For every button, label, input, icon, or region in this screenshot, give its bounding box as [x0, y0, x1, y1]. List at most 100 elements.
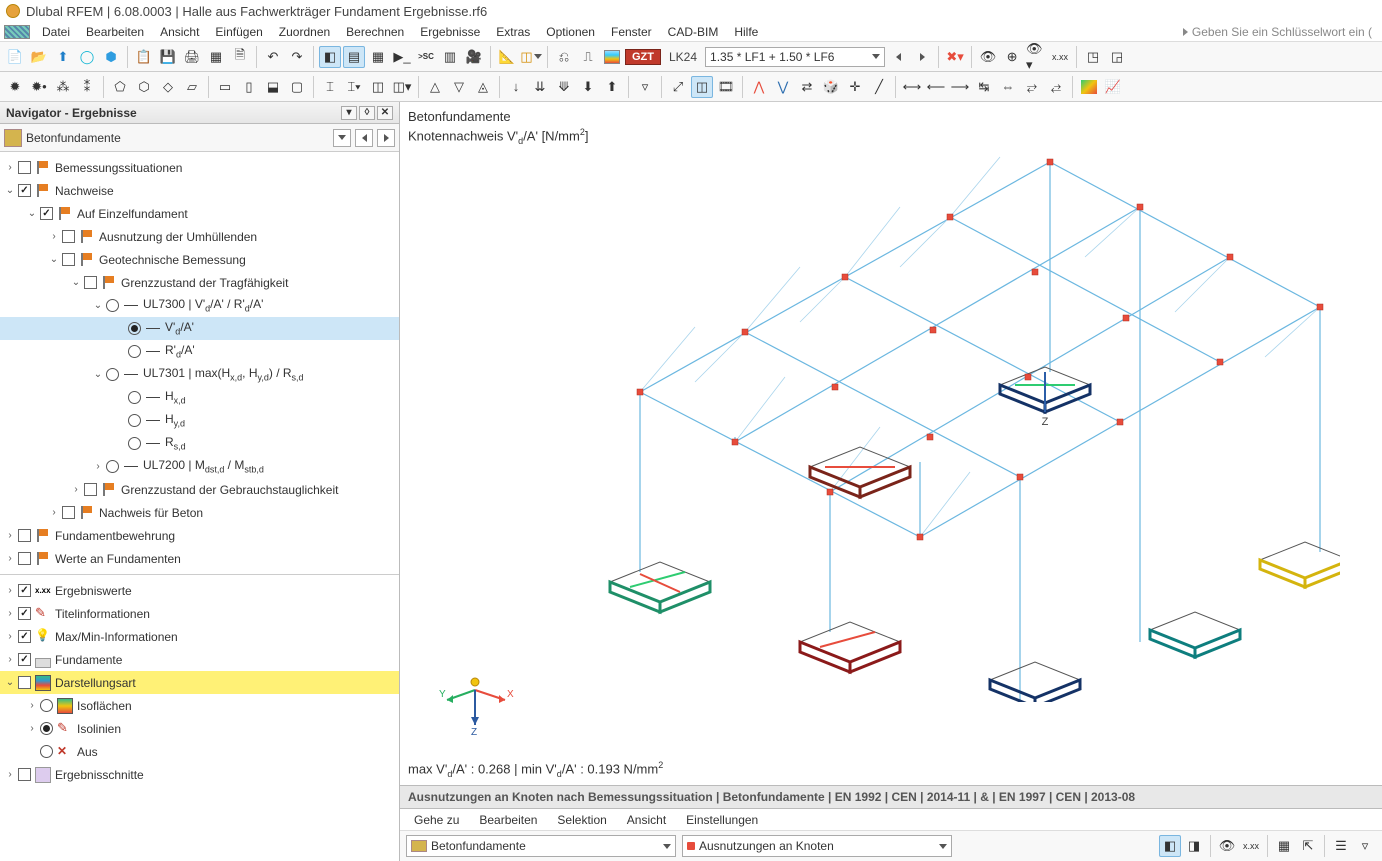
load4-icon[interactable]: ⬇ — [577, 76, 599, 98]
tree-ausnutzung-umh[interactable]: › Ausnutzung der Umhüllenden — [0, 225, 399, 248]
filter-red-icon[interactable]: ✖▾ — [944, 46, 966, 68]
panel-left-icon[interactable]: ◧ — [319, 46, 341, 68]
graph-flip-icon[interactable]: ⇄ — [796, 76, 818, 98]
undo-icon[interactable]: ↶ — [262, 46, 284, 68]
keyword-hint[interactable]: Geben Sie ein Schlüsselwort ein ( — [1183, 25, 1378, 39]
res-eye-icon[interactable]: 👁 — [1216, 835, 1238, 857]
edge-icon[interactable]: ╱ — [868, 76, 890, 98]
console-icon[interactable]: ▶_ — [391, 46, 413, 68]
prev-icon[interactable] — [887, 46, 909, 68]
menu-einfuegen[interactable]: Einfügen — [207, 23, 270, 41]
poly3-icon[interactable]: ◇ — [157, 76, 179, 98]
tree-maxmin[interactable]: › Max/Min-Informationen — [0, 625, 399, 648]
box1-icon[interactable]: ▭ — [214, 76, 236, 98]
webcam-icon[interactable]: 🎥 — [463, 46, 485, 68]
box2-icon[interactable]: ▯ — [238, 76, 260, 98]
n3-icon[interactable]: ⁂ — [52, 76, 74, 98]
res-filter-icon[interactable]: ▿ — [1354, 835, 1376, 857]
pin2-icon[interactable]: ◊ — [359, 106, 375, 120]
cube-dice-icon[interactable]: 🎲 — [820, 76, 842, 98]
script-sc-icon[interactable]: >SC — [415, 46, 437, 68]
cube1-icon[interactable]: ◳ — [1082, 46, 1104, 68]
h5-icon[interactable]: ⇔ — [997, 76, 1019, 98]
sec1-icon[interactable]: ⌶ — [319, 76, 341, 98]
res-xxx-icon[interactable]: x.xx — [1240, 835, 1262, 857]
view-iso-icon[interactable]: ◫ — [691, 76, 713, 98]
load3-icon[interactable]: ⟱ — [553, 76, 575, 98]
load5-icon[interactable]: ⬆ — [601, 76, 623, 98]
res-gehzu[interactable]: Gehe zu — [404, 811, 469, 829]
results-combo1[interactable]: Betonfundamente — [406, 835, 676, 857]
tree-ul7200[interactable]: › UL7200 | Mdst,d / Mstb,d — [0, 455, 399, 478]
tree-hyd[interactable]: Hy,d — [0, 409, 399, 432]
menu-hilfe[interactable]: Hilfe — [726, 23, 766, 41]
n4-icon[interactable]: ⁑ — [76, 76, 98, 98]
sup2-icon[interactable]: ▽ — [448, 76, 470, 98]
print-icon[interactable]: 🖨 — [181, 46, 203, 68]
res-export-icon[interactable]: ⇱ — [1297, 835, 1319, 857]
poly2-icon[interactable]: ⬡ — [133, 76, 155, 98]
cloud-up-icon[interactable]: ⬆ — [52, 46, 74, 68]
colorbar-icon[interactable] — [601, 46, 623, 68]
tree-gzg[interactable]: › Grenzzustand der Gebrauchstauglichkeit — [0, 478, 399, 501]
grad-icon[interactable] — [1078, 76, 1100, 98]
chart-icon[interactable]: 📈 — [1102, 76, 1124, 98]
filter-icon[interactable]: ▿ — [634, 76, 656, 98]
sup3-icon[interactable]: ◬ — [472, 76, 494, 98]
redo-icon[interactable]: ↷ — [286, 46, 308, 68]
view-ext-icon[interactable]: ⤢ — [667, 76, 689, 98]
res-panel-icon[interactable]: ◧ — [1159, 835, 1181, 857]
tree-fundbewehrung[interactable]: › Fundamentbewehrung — [0, 524, 399, 547]
cube2-icon[interactable]: ◲ — [1106, 46, 1128, 68]
res-panel2-icon[interactable]: ◨ — [1183, 835, 1205, 857]
tree-rda[interactable]: R'd/A' — [0, 340, 399, 363]
save-disk-icon[interactable]: 💾 — [157, 46, 179, 68]
tree-gzt[interactable]: ⌄ Grenzzustand der Tragfähigkeit — [0, 271, 399, 294]
res-more-icon[interactable]: ☰ — [1330, 835, 1352, 857]
h2-icon[interactable]: ⟵ — [925, 76, 947, 98]
tree-fundamente[interactable]: › Fundamente — [0, 648, 399, 671]
menu-extras[interactable]: Extras — [488, 23, 538, 41]
tree-bemessungssituationen[interactable]: › Bemessungssituationen — [0, 156, 399, 179]
tree-hxd[interactable]: Hx,d — [0, 386, 399, 409]
sup1-icon[interactable]: △ — [424, 76, 446, 98]
tree-aus[interactable]: Aus — [0, 740, 399, 763]
graph-blue-icon[interactable]: ⋁ — [772, 76, 794, 98]
cat-prev-icon[interactable] — [355, 129, 373, 147]
h3-icon[interactable]: ⟶ — [949, 76, 971, 98]
tree-einzelfundament[interactable]: ⌄ Auf Einzelfundament — [0, 202, 399, 225]
new-icon[interactable]: 📄 — [4, 46, 26, 68]
tree-ergebnisschnitte[interactable]: › Ergebnisschnitte — [0, 763, 399, 786]
menu-optionen[interactable]: Optionen — [538, 23, 603, 41]
eye-down-icon[interactable]: 👁▾ — [1025, 46, 1047, 68]
pin-icon[interactable]: ▾ — [341, 106, 357, 120]
eye-cross-icon[interactable]: ⊕ — [1001, 46, 1023, 68]
navigator-category[interactable]: Betonfundamente — [0, 124, 399, 152]
loadcase-combo[interactable]: 1.35 * LF1 + 1.50 * LF6 — [705, 47, 885, 67]
cat-dd-icon[interactable] — [333, 129, 351, 147]
tree-vda[interactable]: V'd/A' — [0, 317, 399, 340]
graph-red-icon[interactable]: ⋀ — [748, 76, 770, 98]
menu-cadbim[interactable]: CAD-BIM — [660, 23, 727, 41]
cloud-ring-icon[interactable]: ◯ — [76, 46, 98, 68]
res-grid-icon[interactable]: ▦ — [1273, 835, 1295, 857]
panel-grid-icon[interactable]: ▦ — [367, 46, 389, 68]
tree-isolinien[interactable]: › Isolinien — [0, 717, 399, 740]
sec3-icon[interactable]: ◫ — [367, 76, 389, 98]
menu-zuordnen[interactable]: Zuordnen — [271, 23, 338, 41]
link-join-icon[interactable]: ⎍ — [577, 46, 599, 68]
tree-rsd[interactable]: Rs,d — [0, 432, 399, 455]
menu-ansicht[interactable]: Ansicht — [152, 23, 207, 41]
measure-icon[interactable]: 📐 — [496, 46, 518, 68]
size-dd-icon[interactable]: ◫ — [520, 46, 542, 68]
node-sun-icon[interactable]: ✹ — [4, 76, 26, 98]
table-icon[interactable]: ▦ — [205, 46, 227, 68]
tree-nachweise[interactable]: ⌄ Nachweise — [0, 179, 399, 202]
res-einstellungen[interactable]: Einstellungen — [676, 811, 768, 829]
h1-icon[interactable]: ⟷ — [901, 76, 923, 98]
tree-ul7301[interactable]: ⌄ UL7301 | max(Hx,d, Hy,d) / Rs,d — [0, 363, 399, 386]
link-split-icon[interactable]: ⎌ — [553, 46, 575, 68]
h7-icon[interactable]: ⥄ — [1045, 76, 1067, 98]
panel-mini-icon[interactable]: ▥ — [439, 46, 461, 68]
axis-icon[interactable]: ✛ — [844, 76, 866, 98]
